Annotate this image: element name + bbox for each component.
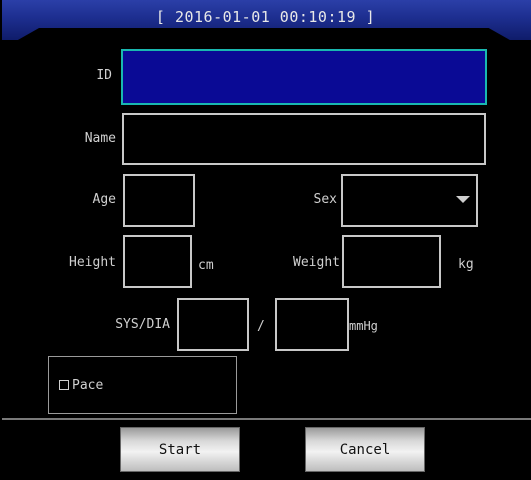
- age-field[interactable]: [123, 174, 195, 227]
- dropdown-arrow-icon[interactable]: [456, 196, 470, 203]
- dia-field[interactable]: [275, 298, 349, 351]
- sex-label: Sex: [313, 192, 337, 207]
- title-bar: [ 2016-01-01 00:10:19 ]: [0, 0, 531, 40]
- datetime-title: [ 2016-01-01 00:10:19 ]: [155, 8, 376, 26]
- cancel-button[interactable]: Cancel: [305, 427, 425, 472]
- weight-field[interactable]: [342, 235, 441, 288]
- button-bar: [2, 418, 531, 480]
- sys-field[interactable]: [177, 298, 249, 351]
- height-label: Height: [69, 255, 116, 270]
- height-unit: cm: [198, 258, 214, 273]
- pace-label[interactable]: Pace: [72, 378, 103, 393]
- start-button[interactable]: Start: [120, 427, 240, 472]
- name-field[interactable]: [122, 113, 486, 165]
- weight-unit: kg: [458, 257, 474, 272]
- pace-checkbox[interactable]: [59, 380, 69, 390]
- weight-label: Weight: [293, 255, 340, 270]
- sex-select[interactable]: [341, 174, 478, 227]
- sysdia-label: SYS/DIA: [115, 317, 170, 332]
- sysdia-separator: /: [257, 319, 265, 334]
- id-label: ID: [96, 68, 112, 83]
- name-label: Name: [84, 131, 116, 146]
- id-field[interactable]: [121, 49, 487, 105]
- sysdia-unit: mmHg: [349, 319, 378, 333]
- age-label: Age: [92, 192, 116, 207]
- height-field[interactable]: [123, 235, 192, 288]
